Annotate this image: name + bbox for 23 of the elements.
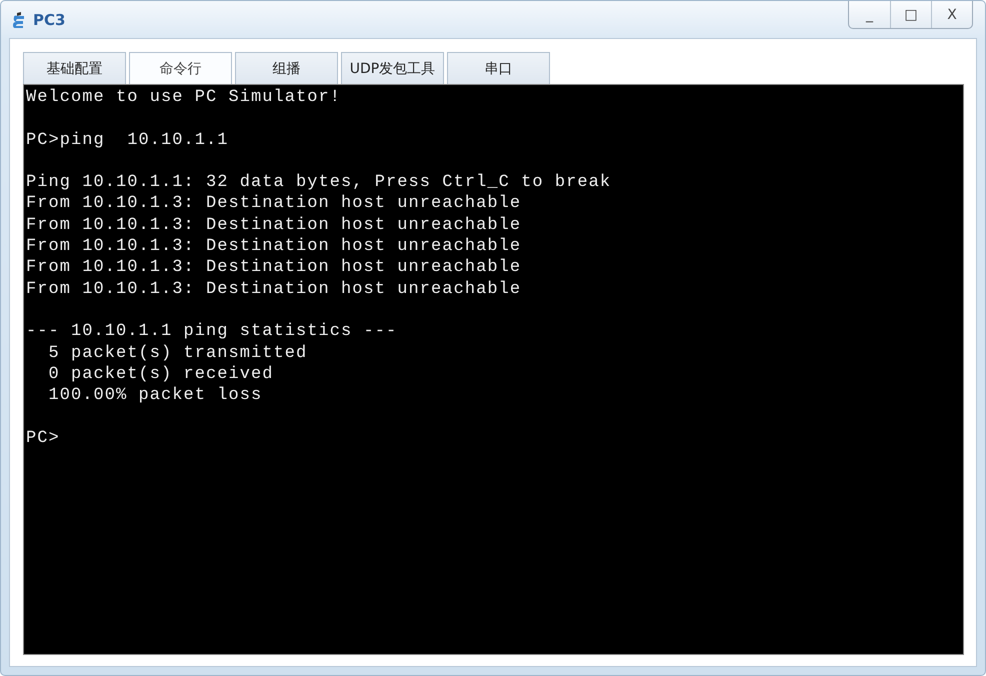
terminal-line: From 10.10.1.3: Destination host unreachable bbox=[26, 257, 522, 279]
tab[interactable]: 命令行 bbox=[129, 52, 232, 84]
window-title: PC3 bbox=[33, 10, 66, 28]
maximize-button[interactable]: □ bbox=[890, 1, 931, 28]
terminal-line: 5 packet(s) transmitted bbox=[48, 342, 308, 364]
terminal-console[interactable] bbox=[23, 84, 964, 655]
terminal-line: --- 10.10.1.1 ping statistics --- bbox=[26, 321, 398, 343]
terminal-line: Welcome to use PC Simulator! bbox=[26, 87, 342, 108]
tab[interactable]: 组播 bbox=[235, 52, 338, 84]
terminal-line: From 10.10.1.3: Destination host unreachable bbox=[26, 214, 522, 236]
terminal-line: 100.00% packet loss bbox=[48, 385, 262, 406]
terminal-line: From 10.10.1.3: Destination host unreachable bbox=[26, 278, 522, 300]
tab[interactable]: 串口 bbox=[447, 52, 550, 84]
terminal-line: PC>ping 10.10.1.1 bbox=[26, 130, 229, 151]
tab[interactable]: 基础配置 bbox=[23, 52, 126, 84]
tab[interactable]: UDP发包工具 bbox=[341, 52, 444, 84]
terminal-line: From 10.10.1.3: Destination host unreachable bbox=[26, 236, 522, 258]
terminal-line: Ping 10.10.1.1: 32 data bytes, Press Ctrl_C to break bbox=[26, 172, 612, 194]
terminal-line: PC> bbox=[26, 428, 60, 450]
close-button[interactable]: X bbox=[931, 1, 972, 28]
minimize-button[interactable]: _ bbox=[849, 1, 890, 28]
terminal-line: From 10.10.1.3: Destination host unreachable bbox=[26, 193, 522, 215]
terminal-line: 0 packet(s) received bbox=[48, 364, 274, 386]
